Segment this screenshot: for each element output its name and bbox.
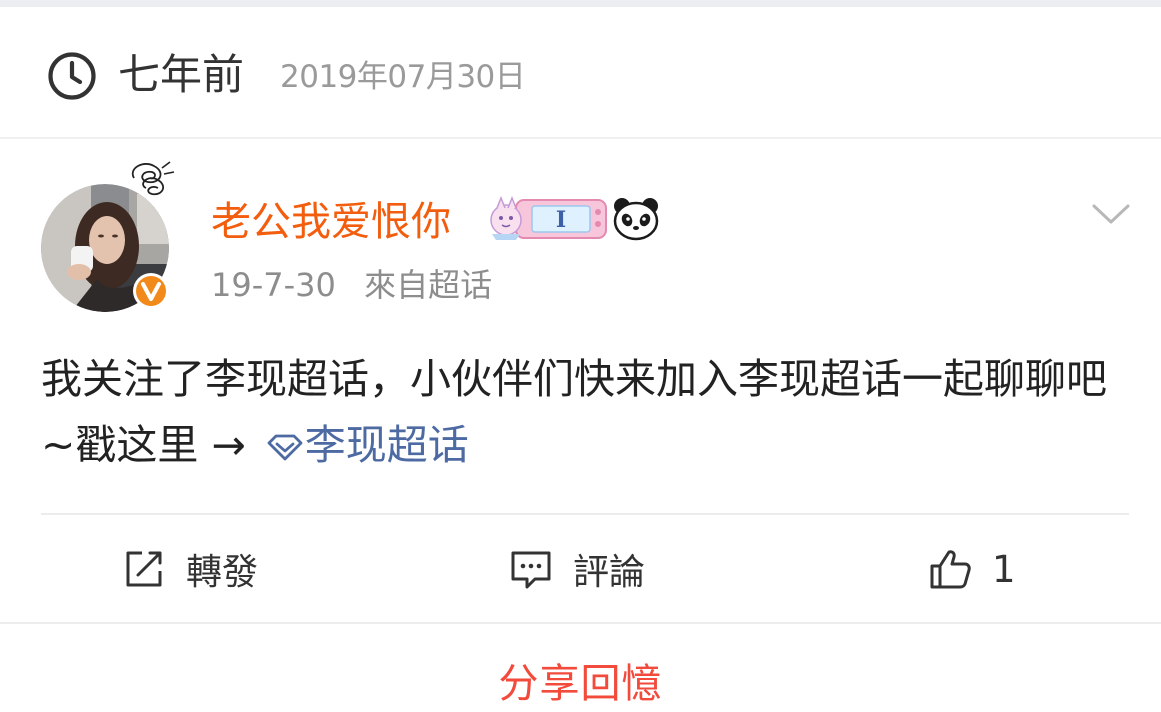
like-count: 1: [992, 547, 1016, 591]
panda-icon: [613, 198, 659, 241]
like-button[interactable]: 1: [928, 515, 1016, 623]
memory-relative-time: 七年前: [118, 50, 245, 99]
clock-icon: [48, 52, 96, 100]
svg-text:I: I: [556, 207, 566, 233]
action-divider: [0, 622, 1161, 624]
top-separator: [0, 0, 1161, 7]
memory-post-page: 七年前 2019年07月30日 老公我爱恨你 I 19-7-30 來自超话 我关…: [0, 0, 1161, 712]
super-topic-link[interactable]: 李现超话: [305, 421, 469, 469]
memory-header: 七年前 2019年07月30日: [0, 7, 1161, 137]
post-text: 我关注了李现超话，小伙伴们快来加入李现超话一起聊聊吧~戳这里 →: [41, 355, 1107, 469]
avatar-pendant-icon: [131, 161, 175, 196]
forward-button[interactable]: 轉發: [122, 515, 258, 623]
post-time: 19-7-30: [211, 266, 336, 304]
comment-icon: [511, 551, 551, 589]
comment-label: 評論: [573, 552, 646, 593]
post-meta: 19-7-30 來自超话: [211, 264, 492, 306]
game-console-badge: I: [490, 195, 607, 240]
action-bar: 轉發 評論 1: [0, 515, 1161, 623]
memory-date: 2019年07月30日: [280, 59, 526, 95]
author-name[interactable]: 老公我爱恨你: [211, 196, 451, 248]
comment-button[interactable]: 評論: [509, 515, 645, 623]
diamond-icon: [267, 434, 303, 461]
post-body: 我关注了李现超话，小伙伴们快来加入李现超话一起聊聊吧~戳这里 → 李现超话: [41, 346, 1121, 478]
chevron-down-icon[interactable]: [1091, 198, 1131, 228]
header-divider: [0, 137, 1161, 139]
post-source[interactable]: 來自超话: [364, 266, 492, 304]
share-memory-button[interactable]: 分享回憶: [0, 644, 1161, 712]
verified-v-icon: [133, 273, 169, 309]
forward-label: 轉發: [186, 552, 259, 593]
thumbs-up-icon: [930, 550, 971, 589]
forward-icon: [126, 551, 162, 587]
